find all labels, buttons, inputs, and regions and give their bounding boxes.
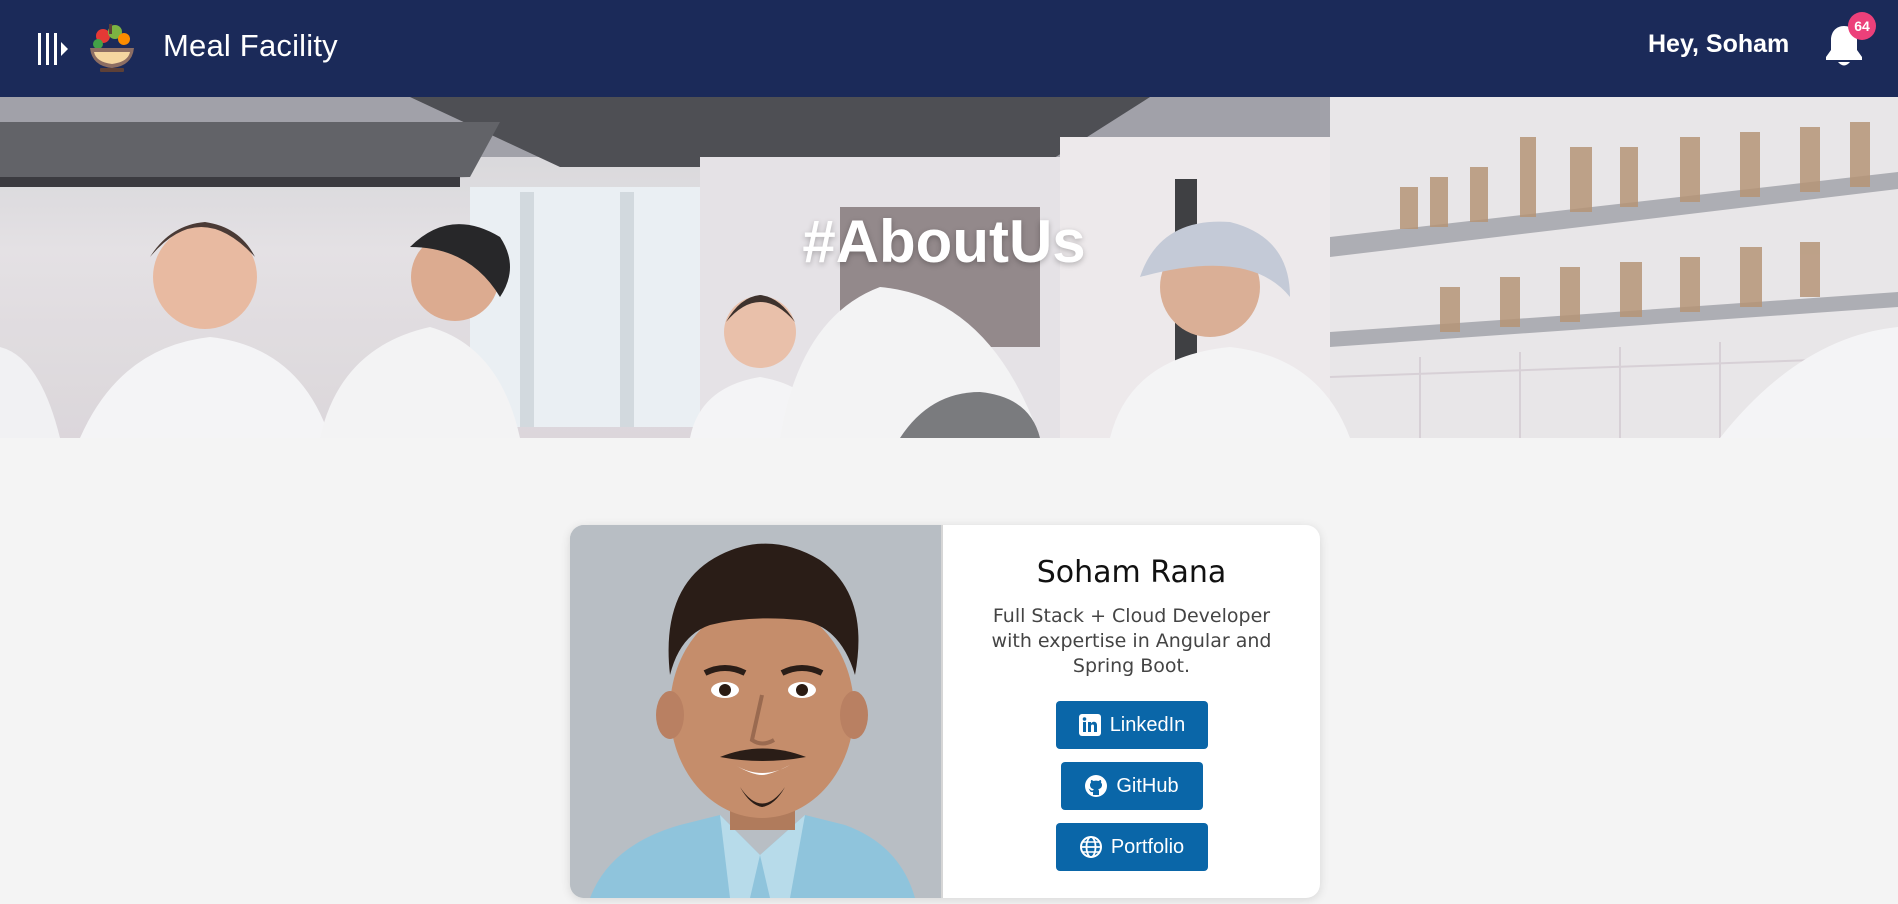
globe-icon	[1079, 836, 1102, 858]
linkedin-button-label: LinkedIn	[1109, 713, 1186, 736]
portfolio-button-label: Portfolio	[1110, 835, 1185, 858]
app-title: Meal Facility	[163, 28, 338, 63]
salad-bowl-icon[interactable]	[86, 22, 138, 74]
linkedin-icon	[1078, 714, 1101, 736]
profile-details: Soham Rana Full Stack + Cloud Developer …	[943, 525, 1320, 898]
profile-photo	[570, 525, 943, 898]
top-app-bar: Meal Facility Hey, Soham 64	[0, 0, 1898, 97]
portfolio-button[interactable]: Portfolio	[1055, 823, 1208, 871]
github-button-label: GitHub	[1116, 774, 1179, 797]
menu-toggle-icon[interactable]	[36, 30, 70, 68]
notification-badge: 64	[1848, 12, 1876, 40]
profile-name: Soham Rana	[1036, 555, 1227, 590]
profile-bio: Full Stack + Cloud Developer with expert…	[991, 605, 1272, 677]
user-greeting[interactable]: Hey, Soham	[1648, 30, 1789, 59]
github-icon	[1085, 775, 1108, 797]
banner-title: #AboutUs	[802, 208, 1086, 275]
github-button[interactable]: GitHub	[1060, 762, 1203, 810]
profile-card: Soham Rana Full Stack + Cloud Developer …	[570, 525, 1320, 898]
linkedin-button[interactable]: LinkedIn	[1055, 701, 1208, 749]
about-banner: #AboutUs	[0, 97, 1898, 438]
